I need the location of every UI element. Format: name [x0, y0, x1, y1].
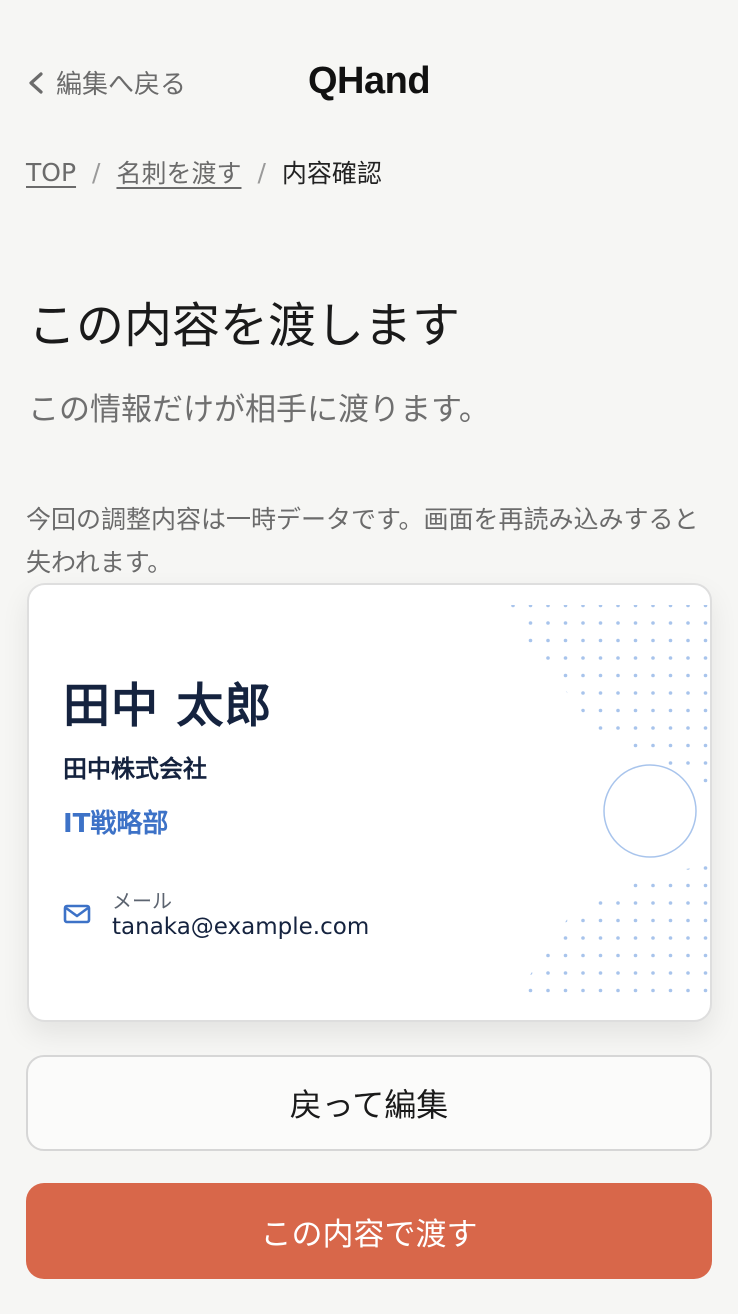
- business-card-preview: 田中 太郎 田中株式会社 IT戦略部 メール tanaka@example.co…: [27, 583, 712, 1022]
- breadcrumb: TOP / 名刺を渡す / 内容確認: [26, 154, 382, 190]
- app-brand: QHand: [307, 60, 431, 102]
- breadcrumb-separator: /: [92, 157, 101, 187]
- email-label: メール: [112, 889, 172, 913]
- temporary-data-notice: 今回の調整内容は一時データです。画面を再読み込みすると失われます。: [26, 505, 699, 577]
- app-header: 編集へ戻る QHand: [0, 0, 738, 168]
- hand-over-button[interactable]: この内容で渡す: [26, 1183, 712, 1279]
- breadcrumb-top-link[interactable]: TOP: [26, 158, 76, 187]
- page-title: この内容を渡します: [28, 298, 461, 354]
- card-person-name: 田中 太郎: [63, 679, 273, 734]
- mail-icon: [63, 904, 91, 924]
- card-department: IT戦略部: [63, 809, 169, 839]
- breadcrumb-separator: /: [257, 157, 266, 187]
- card-dot-pattern: [510, 605, 710, 1005]
- breadcrumb-give-card-link[interactable]: 名刺を渡す: [116, 154, 241, 190]
- card-company-name: 田中株式会社: [63, 755, 207, 783]
- breadcrumb-current: 内容確認: [281, 159, 382, 188]
- email-value: tanaka@example.com: [112, 914, 370, 940]
- back-to-edit-button[interactable]: 戻って編集: [26, 1055, 712, 1151]
- page-subtitle: この情報だけが相手に渡ります。: [28, 392, 490, 428]
